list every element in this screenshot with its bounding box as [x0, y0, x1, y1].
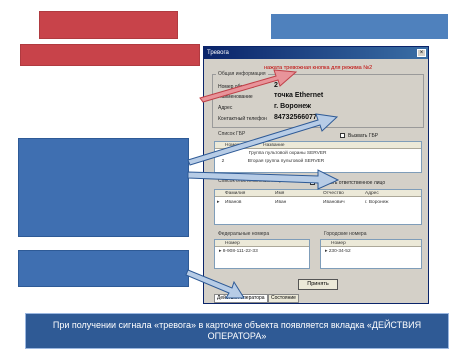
callout-arrows — [185, 69, 340, 299]
arrow-to-gbr — [187, 113, 339, 166]
caption-bar: При получении сигнала «тревога» в карточ… — [25, 313, 449, 349]
caption-text: При получении сигнала «тревога» в карточ… — [52, 320, 422, 341]
arrow-to-tab — [185, 269, 245, 299]
arrow-to-responsible — [187, 169, 340, 190]
arrow-to-alert — [199, 69, 298, 103]
